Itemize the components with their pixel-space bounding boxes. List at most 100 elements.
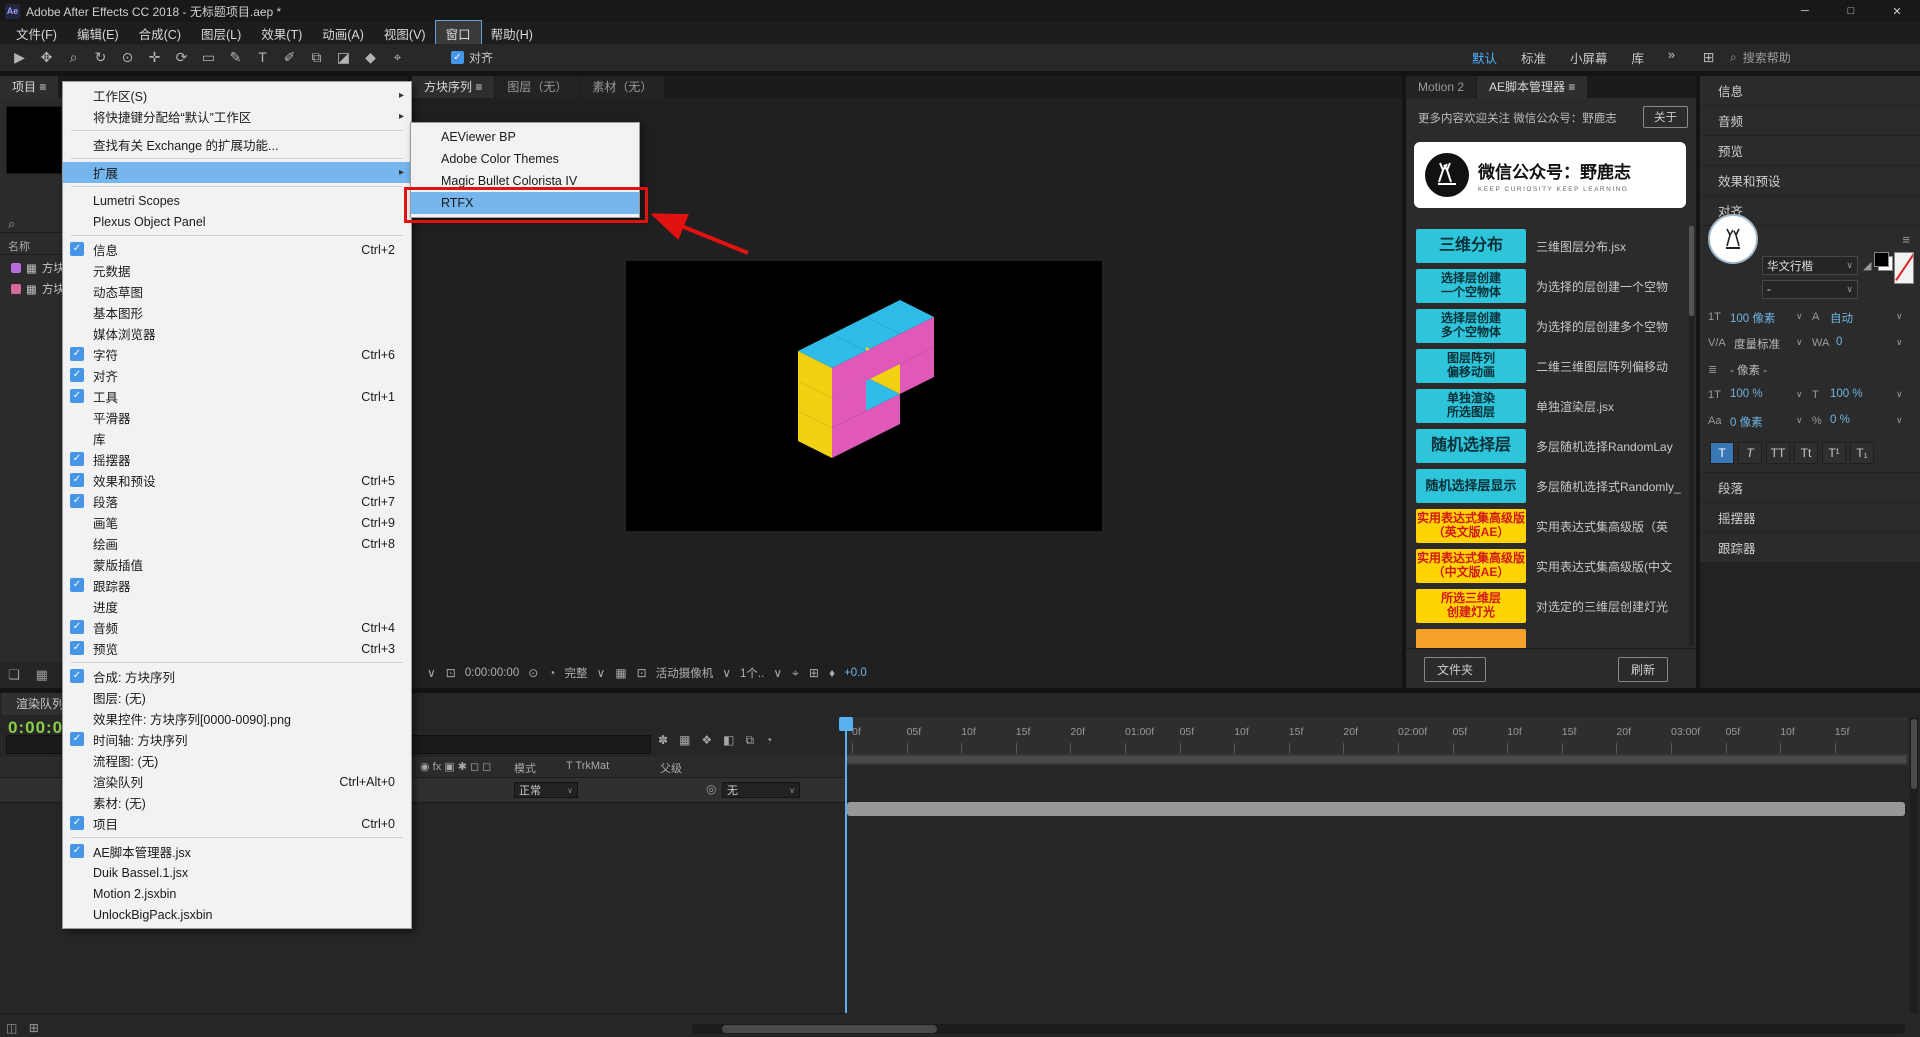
no-fill-swatch[interactable] bbox=[1894, 252, 1914, 284]
kerning-value[interactable]: 度量标准 bbox=[1734, 336, 1780, 352]
script-button-6[interactable]: 随机选择层显示 bbox=[1416, 469, 1526, 503]
parent-pickwhip-icon[interactable]: ◎ bbox=[706, 782, 716, 796]
panel-menu-icon[interactable]: ≡ bbox=[472, 80, 482, 94]
clone-tool-icon[interactable]: ⧉ bbox=[303, 49, 330, 66]
window-menu-item-13[interactable]: 基本图形 bbox=[63, 302, 411, 323]
eraser-tool-icon[interactable]: ◪ bbox=[330, 49, 357, 66]
window-menu-item-18[interactable]: 平滑器 bbox=[63, 407, 411, 428]
script-button-3[interactable]: 图层阵列偏移动画 bbox=[1416, 349, 1526, 383]
tab-project[interactable]: 项目 ≡ bbox=[0, 76, 58, 98]
script-button-5[interactable]: 随机选择层 bbox=[1416, 429, 1526, 463]
maximize-button[interactable]: □ bbox=[1828, 0, 1874, 22]
tsume-value[interactable]: 0 % bbox=[1830, 414, 1850, 426]
text-style-toggle-3[interactable]: Tt bbox=[1794, 442, 1818, 464]
refresh-button[interactable]: 刷新 bbox=[1618, 657, 1668, 682]
window-menu-item-31[interactable]: ✓合成: 方块序列 bbox=[63, 666, 411, 687]
timeline-horizontal-scrollbar[interactable] bbox=[692, 1024, 1905, 1034]
magnification-select[interactable]: 完整 bbox=[565, 665, 588, 681]
fill-color-swatch[interactable] bbox=[1874, 252, 1889, 267]
blend-mode-select[interactable]: 正常∨ bbox=[514, 782, 578, 798]
window-menu-item-23[interactable]: 画笔Ctrl+9 bbox=[63, 512, 411, 533]
column-parent[interactable]: 父级 bbox=[660, 760, 682, 776]
window-menu-item-12[interactable]: 动态草图 bbox=[63, 281, 411, 302]
window-menu-item-27[interactable]: 进度 bbox=[63, 596, 411, 617]
script-button-1[interactable]: 选择层创建一个空物体 bbox=[1416, 269, 1526, 303]
orbit-tool-icon[interactable]: ↻ bbox=[87, 49, 114, 66]
column-mode[interactable]: 模式 bbox=[514, 760, 536, 776]
font-size-value[interactable]: 100 像素 bbox=[1730, 310, 1775, 326]
brush-tool-icon[interactable]: ✐ bbox=[276, 49, 303, 66]
script-button-10[interactable] bbox=[1416, 629, 1526, 649]
menubar-item-6[interactable]: 视图(V) bbox=[374, 21, 436, 46]
graph-editor-icon[interactable]: ◔ bbox=[765, 733, 772, 748]
menubar-item-7[interactable]: 窗口 bbox=[436, 21, 481, 46]
column-trkmat[interactable]: T TrkMat bbox=[566, 760, 609, 772]
panel-header-效果和预设[interactable]: 效果和预设 bbox=[1700, 166, 1920, 195]
layer-duration-bar[interactable] bbox=[847, 802, 1905, 816]
comp-mini-flowchart-icon[interactable]: ✽ bbox=[658, 733, 668, 748]
script-button-4[interactable]: 单独渲染所选图层 bbox=[1416, 389, 1526, 423]
window-menu-item-11[interactable]: 元数据 bbox=[63, 260, 411, 281]
submenu-item-1[interactable]: Adobe Color Themes bbox=[411, 148, 639, 170]
text-style-toggle-0[interactable]: T bbox=[1710, 442, 1734, 464]
submenu-item-0[interactable]: AEViewer BP bbox=[411, 126, 639, 148]
font-family-select[interactable]: 华文行楷∨ bbox=[1762, 256, 1858, 275]
roto-tool-icon[interactable]: ◆ bbox=[357, 49, 384, 66]
menubar-item-8[interactable]: 帮助(H) bbox=[481, 21, 543, 46]
label-color-swatch[interactable] bbox=[11, 284, 21, 294]
time-ruler[interactable]: 0f05f10f15f20f01:00f05f10f15f20f02:00f05… bbox=[845, 717, 1908, 755]
snapshot-icon[interactable]: ⊡ bbox=[446, 666, 456, 680]
menubar-item-0[interactable]: 文件(F) bbox=[6, 21, 67, 46]
window-menu-item-15[interactable]: ✓字符Ctrl+6 bbox=[63, 344, 411, 365]
misc-value[interactable]: - 像素 - bbox=[1730, 362, 1767, 378]
window-menu-item-32[interactable]: 图层: (无) bbox=[63, 687, 411, 708]
parent-select[interactable]: 无∨ bbox=[722, 782, 800, 798]
panel-header-跟踪器[interactable]: 跟踪器 bbox=[1700, 533, 1920, 562]
window-menu-item-36[interactable]: 渲染队列Ctrl+Alt+0 bbox=[63, 771, 411, 792]
view-layout-select[interactable]: 1个.. bbox=[740, 665, 764, 681]
frame-blend-icon[interactable]: ◧ bbox=[723, 733, 734, 748]
grid-options-icon[interactable]: ▦ bbox=[615, 666, 626, 680]
comp-tab-2[interactable]: 素材（无） bbox=[580, 76, 664, 98]
window-menu-item-26[interactable]: ✓跟踪器 bbox=[63, 575, 411, 596]
rotate-tool-icon[interactable]: ⟳ bbox=[168, 49, 195, 66]
script-button-9[interactable]: 所选三维层创建灯光 bbox=[1416, 589, 1526, 623]
text-style-toggle-5[interactable]: T₁ bbox=[1850, 442, 1874, 464]
composition-viewport[interactable] bbox=[626, 261, 1102, 531]
new-folder-icon[interactable]: ▦ bbox=[36, 667, 48, 683]
panel-menu-icon[interactable]: ≡ bbox=[39, 80, 46, 94]
region-of-interest-icon[interactable]: ⊡ bbox=[637, 666, 647, 680]
workspace-grid-icon[interactable]: ⊞ bbox=[1695, 49, 1722, 66]
window-menu-item-41[interactable]: Duik Bassel.1.jsx bbox=[63, 862, 411, 883]
label-color-swatch[interactable] bbox=[11, 263, 21, 273]
hand-tool-icon[interactable]: ✥ bbox=[33, 49, 60, 66]
window-menu-item-17[interactable]: ✓工具Ctrl+1 bbox=[63, 386, 411, 407]
shape-tool-icon[interactable]: ▭ bbox=[195, 49, 222, 66]
window-menu-item-19[interactable]: 库 bbox=[63, 428, 411, 449]
panel-header-音频[interactable]: 音频 bbox=[1700, 106, 1920, 135]
minimize-button[interactable]: ─ bbox=[1782, 0, 1828, 22]
active-camera-select[interactable]: 活动摄像机 bbox=[656, 665, 714, 681]
window-menu-item-24[interactable]: 绘画Ctrl+8 bbox=[63, 533, 411, 554]
exposure-icon[interactable]: ◔ bbox=[548, 666, 555, 680]
pen-tool-icon[interactable]: ✎ bbox=[222, 49, 249, 66]
current-time-indicator[interactable] bbox=[845, 717, 847, 1013]
workspace-1[interactable]: 标准 bbox=[1509, 48, 1558, 67]
puppet-tool-icon[interactable]: ⌖ bbox=[384, 49, 411, 66]
panel-header-摇摆器[interactable]: 摇摆器 bbox=[1700, 503, 1920, 532]
leading-value[interactable]: 自动 bbox=[1830, 310, 1853, 326]
panel-header-信息[interactable]: 信息 bbox=[1700, 76, 1920, 105]
viewer-menu-arrow-icon[interactable]: ∨ bbox=[427, 666, 436, 680]
window-menu-item-10[interactable]: ✓信息Ctrl+2 bbox=[63, 239, 411, 260]
camera-tool-icon[interactable]: ⊙ bbox=[114, 49, 141, 66]
fast-preview-icon[interactable]: ⊞ bbox=[809, 666, 819, 680]
menubar-item-4[interactable]: 效果(T) bbox=[251, 21, 312, 46]
script-button-2[interactable]: 选择层创建多个空物体 bbox=[1416, 309, 1526, 343]
window-menu-item-20[interactable]: ✓摇摆器 bbox=[63, 449, 411, 470]
exposure-value[interactable]: +0.0 bbox=[844, 667, 867, 679]
window-menu-item-40[interactable]: ✓AE脚本管理器.jsx bbox=[63, 841, 411, 862]
menubar-item-2[interactable]: 合成(C) bbox=[129, 21, 191, 46]
horizontal-scale-value[interactable]: 100 % bbox=[1830, 388, 1863, 400]
tracking-value[interactable]: 0 bbox=[1836, 336, 1842, 348]
menubar-item-3[interactable]: 图层(L) bbox=[191, 21, 251, 46]
